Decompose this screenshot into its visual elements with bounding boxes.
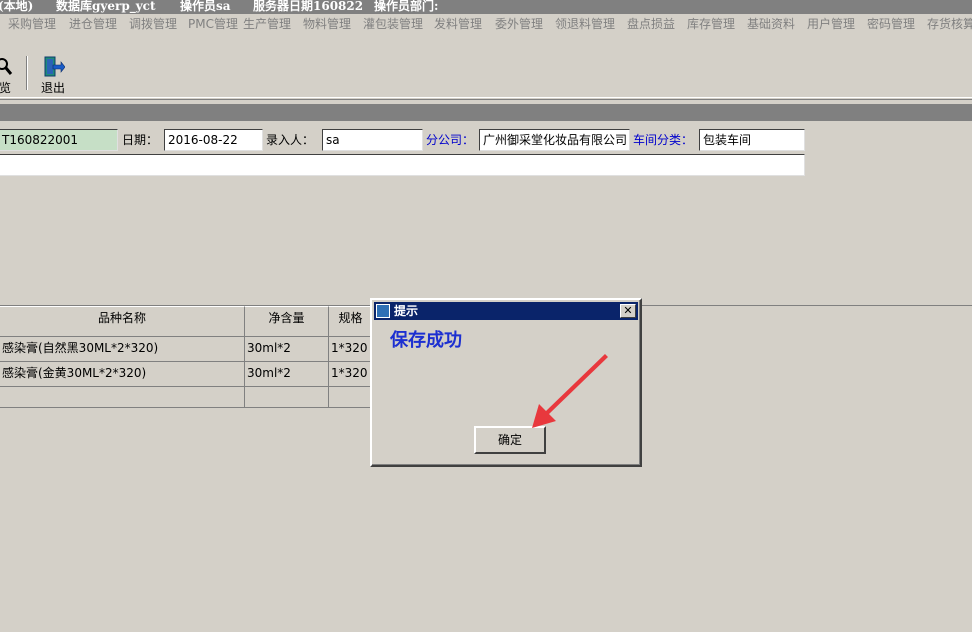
remark-field[interactable] xyxy=(0,154,805,176)
preview-button[interactable]: 览 xyxy=(0,56,14,95)
grid-header-name[interactable]: 品种名称 xyxy=(0,306,245,337)
status-database: 数据库gyerp_yct xyxy=(56,0,156,13)
menu-item-issue[interactable]: 发料管理 xyxy=(434,17,482,32)
exit-button[interactable]: 退出 xyxy=(38,56,68,95)
menu-item-costing[interactable]: 存货核算 xyxy=(927,17,972,32)
entry-person-field[interactable]: sa xyxy=(322,129,423,151)
message-dialog: 提示 ✕ 保存成功 确定 xyxy=(370,298,642,467)
table-cell[interactable] xyxy=(329,387,373,408)
grid-header-spec[interactable]: 规格 xyxy=(329,306,373,337)
menu-item-outsource[interactable]: 委外管理 xyxy=(495,17,543,32)
date-field[interactable]: 2016-08-22 xyxy=(164,129,263,151)
status-server-date: 服务器日期160822 xyxy=(253,0,364,13)
menu-item-stock-in[interactable]: 进仓管理 xyxy=(69,17,117,32)
menu-item-transfer[interactable]: 调拨管理 xyxy=(129,17,177,32)
table-cell[interactable]: 感染膏(金黄30ML*2*320) xyxy=(0,362,245,387)
preview-label: 览 xyxy=(0,81,11,95)
menu-item-users[interactable]: 用户管理 xyxy=(807,17,855,32)
close-icon[interactable]: ✕ xyxy=(620,304,636,318)
menu-item-production[interactable]: 生产管理 xyxy=(243,17,291,32)
menu-item-material[interactable]: 物料管理 xyxy=(303,17,351,32)
entry-person-label: 录入人： xyxy=(266,133,315,147)
grid-header-net[interactable]: 净含量 xyxy=(245,306,329,337)
branch-field[interactable]: 广州御采堂化妆品有限公司 xyxy=(479,129,630,151)
status-location: (本地) xyxy=(0,0,34,13)
dialog-titlebar[interactable]: 提示 ✕ xyxy=(374,302,638,320)
menu-item-requisition[interactable]: 领退料管理 xyxy=(555,17,615,32)
workshop-label: 车间分类： xyxy=(633,133,694,147)
menu-bar: 采购管理 进仓管理 调拨管理 PMC管理 生产管理 物料管理 灌包装管理 发料管… xyxy=(0,14,972,36)
workshop-field[interactable]: 包装车间 xyxy=(699,129,805,151)
table-cell[interactable]: 1*320 xyxy=(329,337,373,362)
menu-item-purchase[interactable]: 采购管理 xyxy=(8,17,56,32)
toolbar-divider xyxy=(0,97,972,100)
ok-button[interactable]: 确定 xyxy=(474,426,546,454)
menu-item-packaging[interactable]: 灌包装管理 xyxy=(363,17,423,32)
exit-label: 退出 xyxy=(40,81,65,95)
table-cell[interactable]: 30ml*2 xyxy=(245,337,329,362)
table-cell[interactable]: 1*320 xyxy=(329,362,373,387)
menu-item-pmc[interactable]: PMC管理 xyxy=(188,17,238,32)
table-cell[interactable]: 30ml*2 xyxy=(245,362,329,387)
table-cell[interactable]: 感染膏(自然黑30ML*2*320) xyxy=(0,337,245,362)
magnifier-icon xyxy=(0,58,13,75)
toolbar: 览 退出 xyxy=(0,52,972,98)
dialog-message: 保存成功 xyxy=(390,330,462,351)
menu-item-basic-data[interactable]: 基础资料 xyxy=(747,17,795,32)
status-department: 操作员部门: xyxy=(374,0,439,13)
branch-label: 分公司： xyxy=(426,133,475,147)
dialog-title: 提示 xyxy=(394,304,419,318)
toolbar-separator xyxy=(26,56,28,90)
doc-number-field[interactable]: T160822001 xyxy=(0,129,118,151)
date-label: 日期： xyxy=(122,133,159,147)
status-bar: (本地) 数据库gyerp_yct 操作员sa 服务器日期160822 操作员部… xyxy=(0,0,972,14)
menu-item-stocktake[interactable]: 盘点损益 xyxy=(627,17,675,32)
status-operator: 操作员sa xyxy=(180,0,231,13)
section-header-bar xyxy=(0,104,972,121)
table-cell[interactable] xyxy=(245,387,329,408)
menu-item-password[interactable]: 密码管理 xyxy=(867,17,915,32)
exit-door-icon xyxy=(44,56,66,77)
menu-item-inventory[interactable]: 库存管理 xyxy=(687,17,735,32)
table-cell[interactable] xyxy=(0,387,245,408)
app-icon xyxy=(376,304,390,318)
